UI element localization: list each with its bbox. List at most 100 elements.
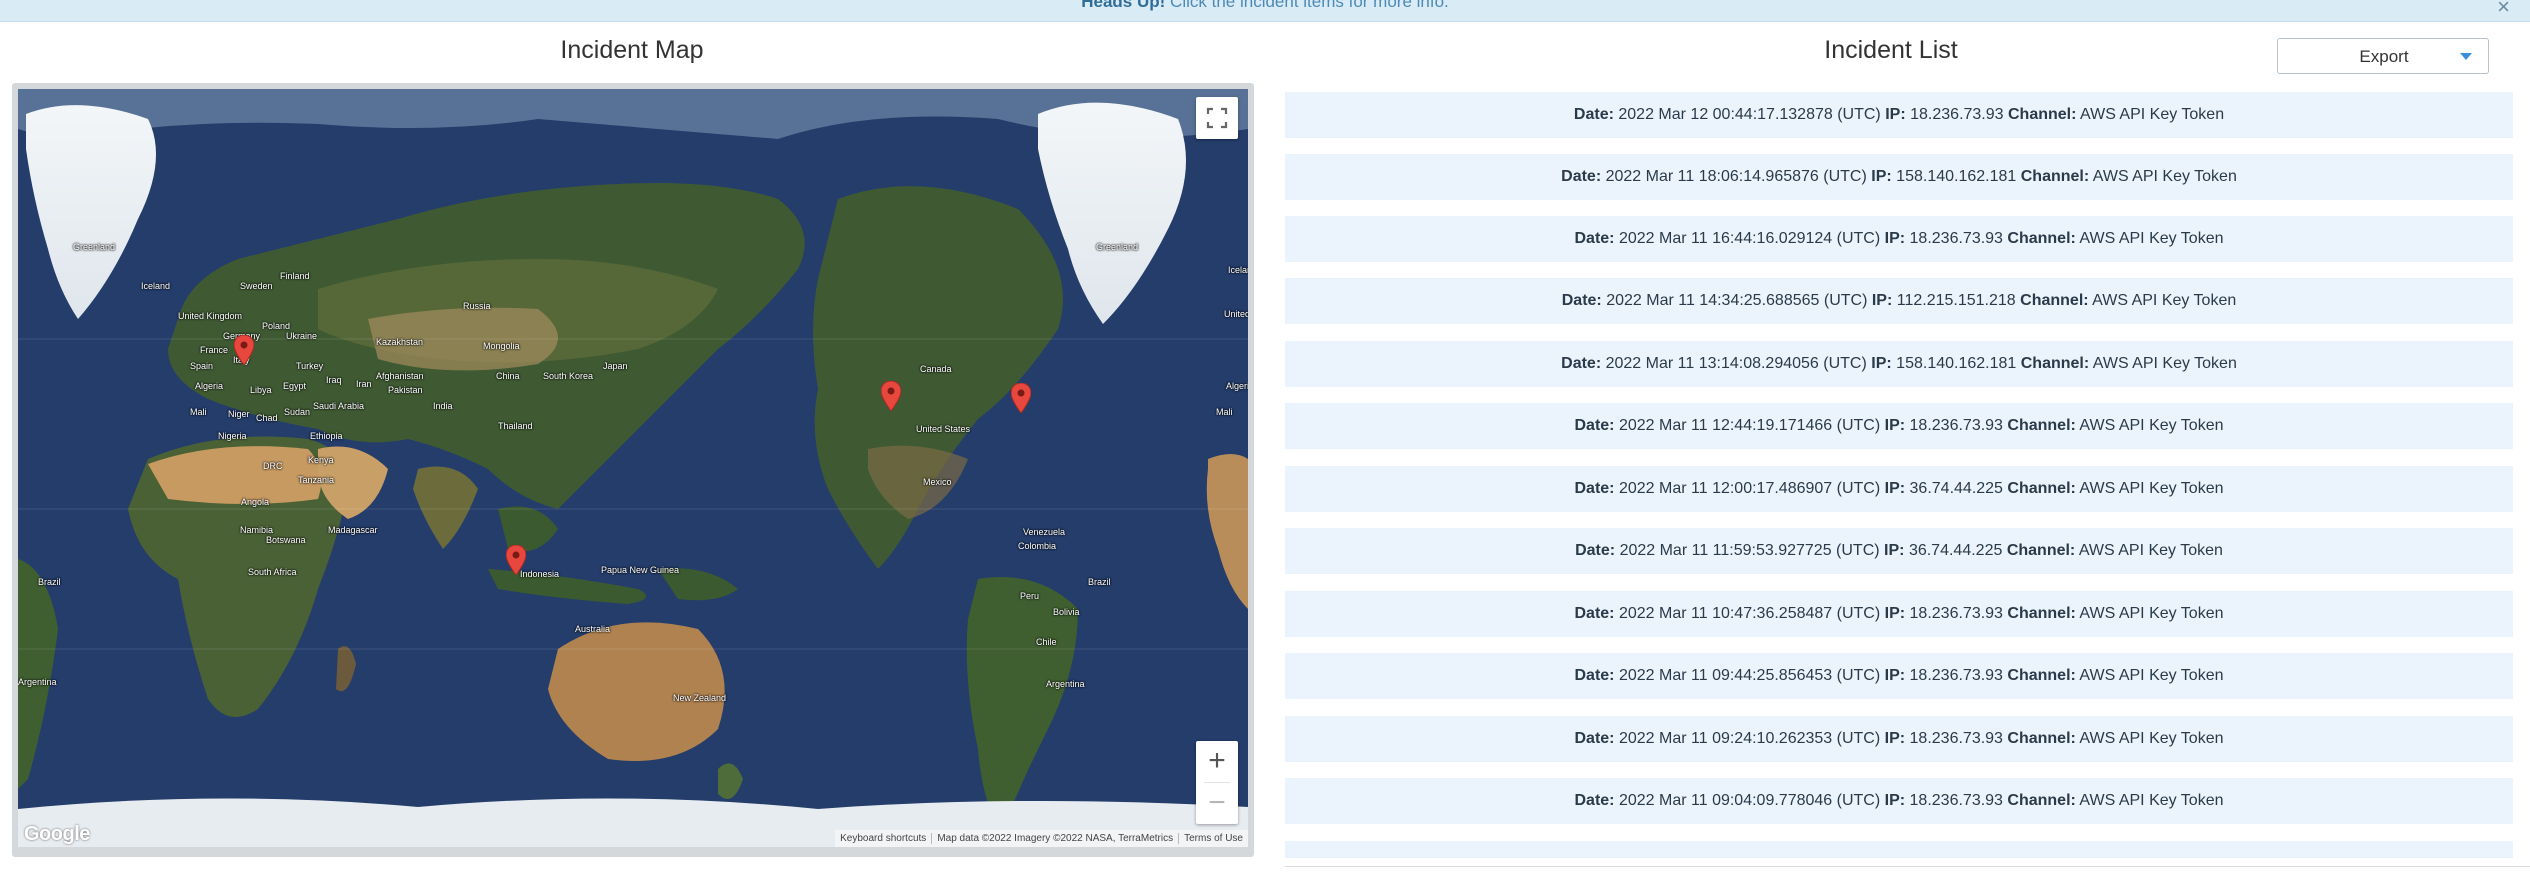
incident-marker-us-west[interactable] xyxy=(881,381,901,411)
label-spain: Spain xyxy=(190,361,214,371)
label-namibia: Namibia xyxy=(240,525,274,535)
label-united-states: United States xyxy=(916,424,971,434)
label-iran: Iran xyxy=(356,379,372,389)
incident-item[interactable]: Date: 2022 Mar 11 09:44:25.856453 (UTC) … xyxy=(1285,653,2513,699)
incident-item-partial[interactable] xyxy=(1285,841,2513,858)
keyboard-shortcuts-link[interactable]: Keyboard shortcuts xyxy=(835,833,931,844)
world-map-imagery xyxy=(18,89,1248,847)
ip-label: IP: xyxy=(1884,730,1906,747)
map-panel-title: Incident Map xyxy=(560,36,704,64)
fullscreen-button[interactable] xyxy=(1196,97,1238,139)
label-finland: Finland xyxy=(280,271,310,281)
google-logo: Google xyxy=(24,823,90,845)
terms-of-use-link[interactable]: Terms of Use xyxy=(1178,833,1248,844)
incident-marker-europe[interactable] xyxy=(234,335,254,365)
channel-label: Channel: xyxy=(2007,605,2076,622)
incident-ip: 18.236.73.93 xyxy=(1909,417,2003,434)
date-label: Date: xyxy=(1574,230,1615,247)
incident-channel: AWS API Key Token xyxy=(2079,230,2224,247)
label-madagascar: Madagascar xyxy=(328,525,378,535)
incident-channel: AWS API Key Token xyxy=(2079,417,2224,434)
label-chad: Chad xyxy=(256,413,278,423)
label-japan: Japan xyxy=(603,361,628,371)
date-label: Date: xyxy=(1574,667,1615,684)
incident-item[interactable]: Date: 2022 Mar 11 09:04:09.778046 (UTC) … xyxy=(1285,778,2513,824)
incident-item[interactable]: Date: 2022 Mar 11 18:06:14.965876 (UTC) … xyxy=(1285,154,2513,200)
date-label: Date: xyxy=(1574,417,1615,434)
incident-date: 2022 Mar 11 10:47:36.258487 (UTC) xyxy=(1618,605,1881,622)
label-chile: Chile xyxy=(1036,637,1057,647)
label-botswana: Botswana xyxy=(266,535,306,545)
incident-item[interactable]: Date: 2022 Mar 11 10:47:36.258487 (UTC) … xyxy=(1285,591,2513,637)
incident-date: 2022 Mar 11 14:34:25.688565 (UTC) xyxy=(1606,292,1868,309)
incident-list: Date: 2022 Mar 12 00:44:17.132878 (UTC) … xyxy=(1285,92,2513,858)
incident-ip: 18.236.73.93 xyxy=(1909,792,2003,809)
close-icon[interactable]: × xyxy=(2497,0,2510,20)
incident-ip: 18.236.73.93 xyxy=(1909,605,2003,622)
channel-label: Channel: xyxy=(2020,168,2090,185)
incident-map-frame: Greenland Greenland Iceland Sweden Finla… xyxy=(12,83,1254,857)
alert-title: Heads Up! xyxy=(1081,0,1166,11)
date-label: Date: xyxy=(1561,355,1602,372)
incident-date: 2022 Mar 11 12:00:17.486907 (UTC) xyxy=(1618,480,1881,497)
label-libya: Libya xyxy=(250,385,272,395)
ip-label: IP: xyxy=(1884,667,1906,684)
label-australia: Australia xyxy=(575,624,611,634)
incident-item[interactable]: Date: 2022 Mar 11 16:44:16.029124 (UTC) … xyxy=(1285,216,2513,262)
channel-label: Channel: xyxy=(2007,667,2076,684)
label-sweden: Sweden xyxy=(240,281,273,291)
fullscreen-icon xyxy=(1206,107,1228,129)
incident-marker-indonesia[interactable] xyxy=(506,545,526,575)
incident-date: 2022 Mar 11 18:06:14.965876 (UTC) xyxy=(1605,168,1867,185)
label-greenland: Greenland xyxy=(1096,242,1139,252)
incident-channel: AWS API Key Token xyxy=(2080,106,2225,123)
ip-label: IP: xyxy=(1871,355,1892,372)
label-ethiopia: Ethiopia xyxy=(310,431,343,441)
incident-item[interactable]: Date: 2022 Mar 11 14:34:25.688565 (UTC) … xyxy=(1285,278,2513,324)
incident-item[interactable]: Date: 2022 Mar 11 09:24:10.262353 (UTC) … xyxy=(1285,716,2513,762)
alert-banner: Heads Up! Click the incident items for m… xyxy=(0,0,2530,22)
incident-channel: AWS API Key Token xyxy=(2092,168,2237,185)
label-nigeria: Nigeria xyxy=(218,431,247,441)
label-mali: Mali xyxy=(1216,407,1233,417)
label-egypt: Egypt xyxy=(283,381,307,391)
ip-label: IP: xyxy=(1884,230,1906,247)
label-brazil: Brazil xyxy=(38,577,61,587)
map-data-text: Map data ©2022 Imagery ©2022 NASA, Terra… xyxy=(931,833,1179,844)
incident-date: 2022 Mar 11 11:59:53.927725 (UTC) xyxy=(1619,542,1880,559)
incident-date: 2022 Mar 11 09:04:09.778046 (UTC) xyxy=(1618,792,1881,809)
date-label: Date: xyxy=(1561,292,1602,309)
label-bolivia: Bolivia xyxy=(1053,607,1080,617)
label-mongolia: Mongolia xyxy=(483,341,520,351)
incident-item[interactable]: Date: 2022 Mar 11 12:00:17.486907 (UTC) … xyxy=(1285,466,2513,512)
zoom-out-button[interactable]: − xyxy=(1196,783,1238,824)
label-saudi-arabia: Saudi Arabia xyxy=(313,401,365,411)
incident-ip: 112.215.151.218 xyxy=(1896,292,2016,309)
map-attribution: Keyboard shortcuts Map data ©2022 Imagery… xyxy=(835,830,1248,847)
date-label: Date: xyxy=(1574,480,1615,497)
channel-label: Channel: xyxy=(2006,542,2076,559)
channel-label: Channel: xyxy=(2007,230,2076,247)
ip-label: IP: xyxy=(1884,417,1906,434)
ip-label: IP: xyxy=(1871,168,1892,185)
incident-marker-us-east[interactable] xyxy=(1011,383,1031,413)
label-sudan: Sudan xyxy=(284,407,311,417)
export-dropdown-button[interactable]: Export xyxy=(2277,38,2489,74)
incident-item[interactable]: Date: 2022 Mar 12 00:44:17.132878 (UTC) … xyxy=(1285,92,2513,138)
label-turkey: Turkey xyxy=(296,361,324,371)
incident-channel: AWS API Key Token xyxy=(2079,605,2224,622)
incident-item[interactable]: Date: 2022 Mar 11 11:59:53.927725 (UTC) … xyxy=(1285,528,2513,574)
label-brazil: Brazil xyxy=(1088,577,1111,587)
label-kazakhstan: Kazakhstan xyxy=(376,337,424,347)
incident-map[interactable]: Greenland Greenland Iceland Sweden Finla… xyxy=(18,89,1248,847)
date-label: Date: xyxy=(1561,168,1602,185)
incident-item[interactable]: Date: 2022 Mar 11 13:14:08.294056 (UTC) … xyxy=(1285,341,2513,387)
label-venezuela: Venezuela xyxy=(1023,527,1066,537)
channel-label: Channel: xyxy=(2007,730,2076,747)
incident-item[interactable]: Date: 2022 Mar 11 12:44:19.171466 (UTC) … xyxy=(1285,403,2513,449)
alert-text: Heads Up! Click the incident items for m… xyxy=(0,0,2530,12)
zoom-in-button[interactable]: + xyxy=(1196,741,1238,782)
label-argentina: Argentina xyxy=(1046,679,1085,689)
label-france: France xyxy=(200,345,229,355)
ip-label: IP: xyxy=(1885,106,1906,123)
